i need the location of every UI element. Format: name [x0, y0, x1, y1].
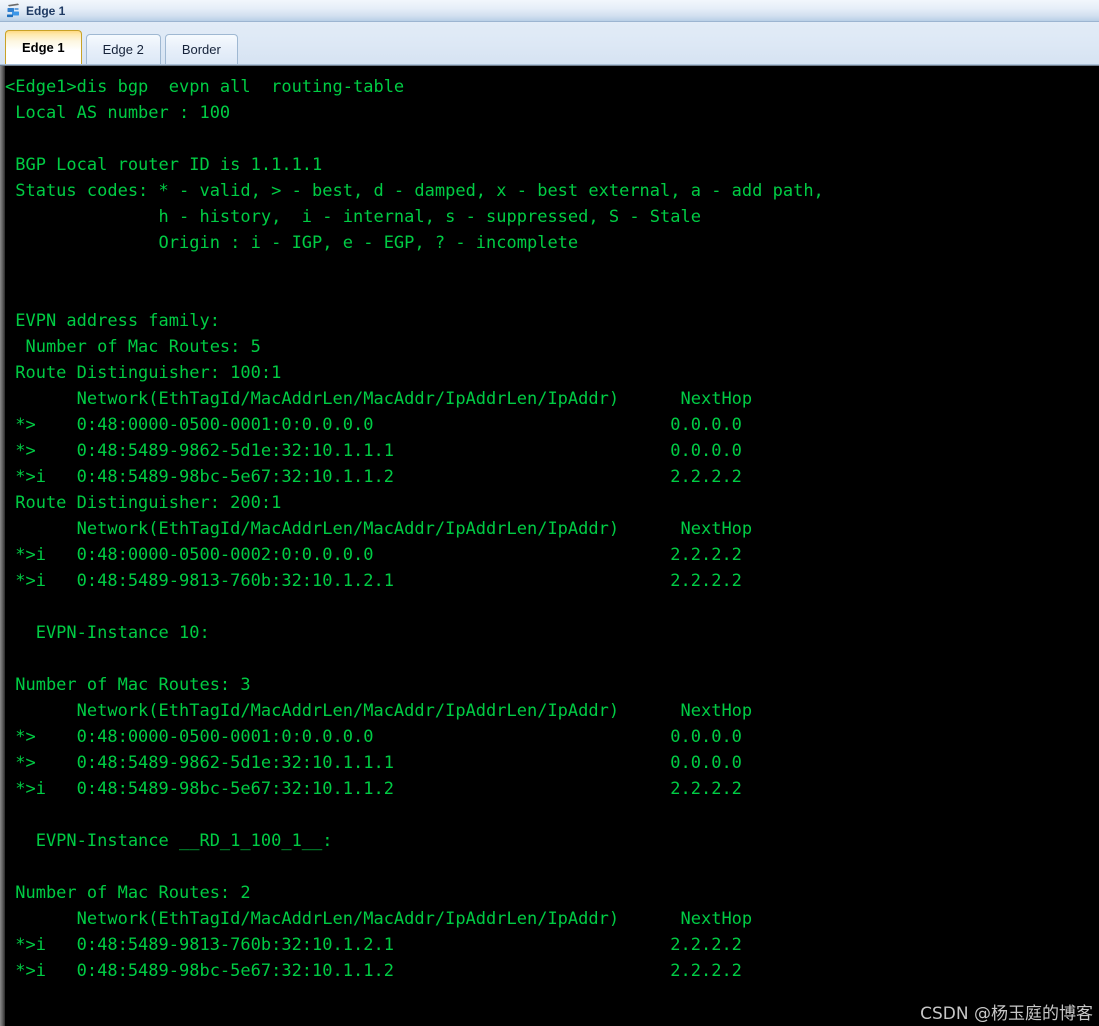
terminal-line: Network(EthTagId/MacAddrLen/MacAddr/IpAd… — [5, 701, 753, 721]
terminal-line: Number of Mac Routes: 2 — [5, 883, 251, 903]
terminal-line: *>i 0:48:5489-9813-760b:32:10.1.2.1 2.2.… — [5, 571, 742, 591]
terminal-line: *> 0:48:5489-9862-5d1e:32:10.1.1.1 0.0.0… — [5, 753, 742, 773]
terminal-line: <Edge1>dis bgp evpn all routing-table — [5, 77, 405, 97]
terminal-line: Number of Mac Routes: 5 — [5, 337, 261, 357]
terminal-line: BGP Local router ID is 1.1.1.1 — [5, 155, 323, 175]
terminal-line: EVPN-Instance 10: — [5, 623, 210, 643]
terminal-line: Route Distinguisher: 100:1 — [5, 363, 282, 383]
terminal-line: *> 0:48:5489-9862-5d1e:32:10.1.1.1 0.0.0… — [5, 441, 742, 461]
terminal-line: Route Distinguisher: 200:1 — [5, 493, 282, 513]
terminal-line: *> 0:48:0000-0500-0001:0:0.0.0.0 0.0.0.0 — [5, 415, 742, 435]
tab-label: Edge 2 — [102, 42, 144, 57]
title-bar: Edge 1 — [0, 0, 1099, 22]
terminal-output[interactable]: <Edge1>dis bgp evpn all routing-table Lo… — [5, 66, 1099, 1026]
terminal-line: Local AS number : 100 — [5, 103, 231, 123]
terminal-line: Origin : i - IGP, e - EGP, ? - incomplet… — [5, 233, 579, 253]
terminal-line: h - history, i - internal, s - suppresse… — [5, 207, 701, 227]
console-device-icon — [5, 2, 22, 19]
terminal-panel[interactable]: <Edge1>dis bgp evpn all routing-table Lo… — [0, 65, 1099, 1026]
tab-label: Edge 1 — [22, 40, 65, 55]
terminal-line: Status codes: * - valid, > - best, d - d… — [5, 181, 824, 201]
terminal-line: *>i 0:48:5489-98bc-5e67:32:10.1.1.2 2.2.… — [5, 467, 742, 487]
terminal-line: EVPN address family: — [5, 311, 220, 331]
tab-border[interactable]: Border — [164, 34, 238, 64]
tab-label: Border — [181, 42, 221, 57]
window-title: Edge 1 — [26, 3, 66, 18]
terminal-line: *>i 0:48:0000-0500-0002:0:0.0.0.0 2.2.2.… — [5, 545, 742, 565]
tab-edge-1[interactable]: Edge 1 — [5, 30, 82, 64]
terminal-line: Number of Mac Routes: 3 — [5, 675, 251, 695]
tab-strip: Edge 1 Edge 2 Border — [0, 22, 1099, 65]
terminal-line: *>i 0:48:5489-98bc-5e67:32:10.1.1.2 2.2.… — [5, 779, 742, 799]
terminal-line: *>i 0:48:5489-9813-760b:32:10.1.2.1 2.2.… — [5, 935, 742, 955]
console-window: Edge 1 Edge 1 Edge 2 Border <Edge1>dis b… — [0, 0, 1099, 1026]
terminal-line: EVPN-Instance __RD_1_100_1__: — [5, 831, 333, 851]
terminal-line: Network(EthTagId/MacAddrLen/MacAddr/IpAd… — [5, 909, 753, 929]
terminal-line: *>i 0:48:5489-98bc-5e67:32:10.1.1.2 2.2.… — [5, 961, 742, 981]
terminal-line: Network(EthTagId/MacAddrLen/MacAddr/IpAd… — [5, 389, 753, 409]
terminal-line: Network(EthTagId/MacAddrLen/MacAddr/IpAd… — [5, 519, 753, 539]
terminal-line: *> 0:48:0000-0500-0001:0:0.0.0.0 0.0.0.0 — [5, 727, 742, 747]
tab-edge-2[interactable]: Edge 2 — [85, 34, 161, 64]
